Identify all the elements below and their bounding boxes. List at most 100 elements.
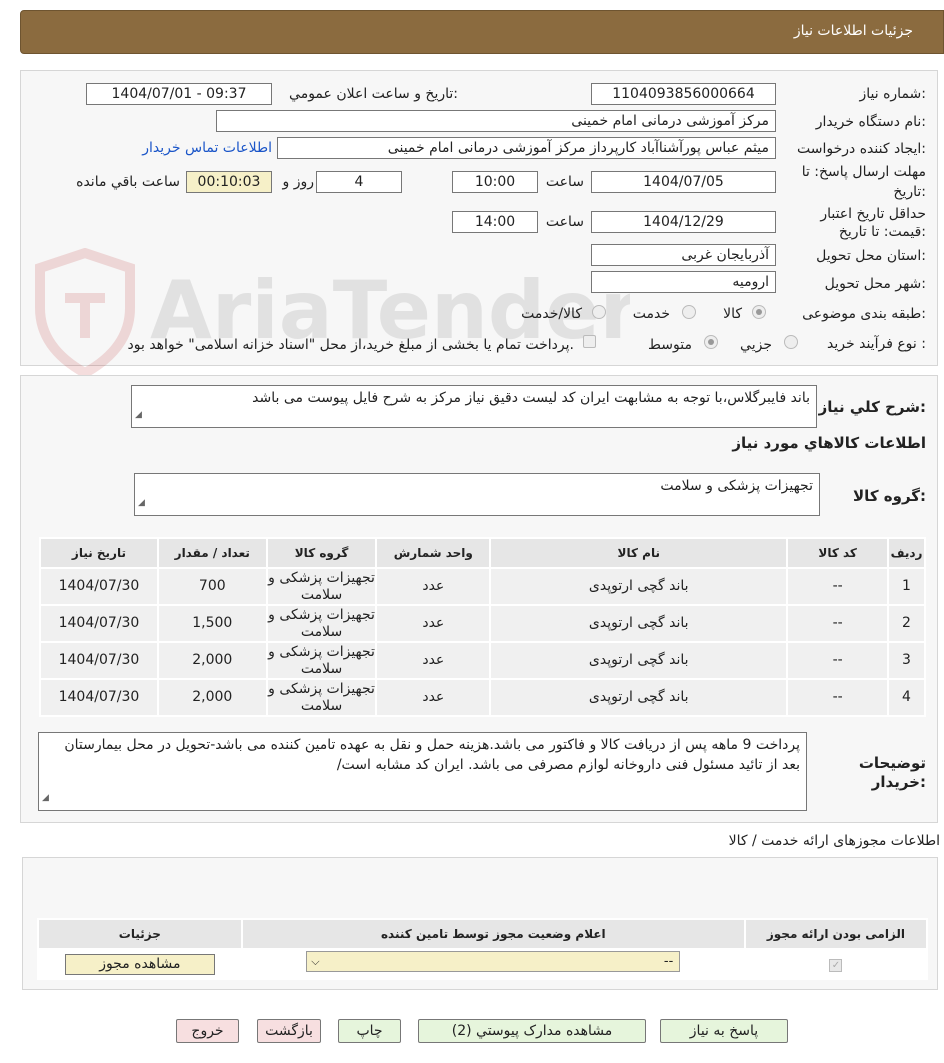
back-button[interactable]: بازگشت [257,1019,321,1043]
need-number-field: 1104093856000664 [591,83,776,105]
treasury-text: پرداخت تمام يا بخشی از مبلغ خريد،از محل … [127,337,574,353]
row-name: باند گچی ارتوپدی [489,604,789,643]
province-label: استان محل تحويل: [816,248,926,264]
process-option-medium: متوسط [648,337,692,353]
description-label: شرح کلي نياز: [818,398,926,416]
buyer-org-label: نام دستگاه خريدار: [815,114,926,130]
license-required-cell: ✓ [743,948,929,980]
validity-label-2: قيمت: تا تاريخ: [838,224,926,240]
buyer-org-field: مرکز آموزشی درمانی امام خمینی [216,110,776,132]
buyer-notes-label-2: خريدار: [871,773,926,791]
goods-group-label: گروه کالا: [853,487,926,505]
buyer-notes-textarea[interactable]: پرداخت 9 ماهه پس از دریافت کالا و فاکتور… [38,732,807,811]
row-qty: 1,500 [156,604,268,643]
row-qty: 700 [156,567,268,606]
row-unit: عدد [375,604,492,643]
row-group: تجهیزات پزشکی و سلامت [265,567,378,606]
license-details-cell: مشاهده مجوز [37,948,243,980]
row-name: باند گچی ارتوپدی [489,678,789,717]
category-radio-service[interactable] [682,305,696,319]
row-group: تجهیزات پزشکی و سلامت [265,604,378,643]
resize-grip-icon[interactable]: ◢ [138,493,145,513]
deadline-time-field: 10:00 [452,171,538,193]
row-index: 4 [887,678,926,717]
row-code: -- [786,641,890,680]
col-date: تاريخ نياز [39,537,159,569]
category-label: طبقه بندی موضوعی: [802,306,926,322]
table-row: ✓ -- ⌵ مشاهده مجوز [37,948,929,980]
resize-grip-icon[interactable]: ◢ [42,788,49,808]
print-button[interactable]: چاپ [338,1019,401,1043]
row-date: 1404/07/30 [39,604,159,643]
process-radio-minor[interactable] [784,335,798,349]
row-code: -- [786,604,890,643]
row-unit: عدد [375,641,492,680]
col-name: نام کالا [489,537,789,569]
city-field: ارومیه [591,271,776,293]
category-option-goods-service: کالا/خدمت [521,306,582,322]
row-name: باند گچی ارتوپدی [489,641,789,680]
licenses-table-header: الزامی بودن ارائه مجوز اعلام وضعيت مجوز … [37,918,929,950]
process-label: نوع فرآيند خريد : [827,336,926,352]
days-field: 4 [316,171,402,193]
category-radio-goods-service[interactable] [592,305,606,319]
col-index: رديف [887,537,926,569]
resize-grip-icon[interactable]: ◢ [135,405,142,425]
col-status: اعلام وضعيت مجوز توسط تامين کننده [240,918,746,950]
table-row: 2 -- باند گچی ارتوپدی عدد تجهیزات پزشکی … [39,604,926,643]
license-required-checkbox[interactable]: ✓ [829,958,843,972]
col-qty: تعداد / مقدار [156,537,268,569]
row-qty: 2,000 [156,678,268,717]
creator-field: میثم عباس پورآشناآباد کارپرداز مرکز آموز… [277,137,776,159]
remaining-label: ساعت باقي مانده [76,174,180,190]
province-field: آذربايجان غربی [591,244,776,266]
row-qty: 2,000 [156,641,268,680]
deadline-date-field: 1404/07/05 [591,171,776,193]
buyer-contact-link[interactable]: اطلاعات تماس خريدار [142,140,272,156]
process-radio-medium[interactable] [704,335,718,349]
licenses-table: الزامی بودن ارائه مجوز اعلام وضعيت مجوز … [37,918,929,980]
city-label: شهر محل تحويل: [824,276,926,292]
validity-time-field: 14:00 [452,211,538,233]
chevron-down-icon: ⌵ [311,955,320,968]
treasury-checkbox[interactable] [583,335,596,348]
col-code: کد کالا [786,537,890,569]
need-number-label: شماره نیاز: [859,86,926,102]
remaining-time-field: 00:10:03 [186,171,272,193]
row-code: -- [786,678,890,717]
row-index: 2 [887,604,926,643]
license-status-value: -- [663,954,674,969]
page-title: جزئیات اطلاعات نیاز [793,23,913,39]
deadline-label-2: تاريخ: [893,184,926,200]
table-row: 1 -- باند گچی ارتوپدی عدد تجهیزات پزشکی … [39,567,926,606]
license-status-select[interactable]: -- ⌵ [306,951,681,972]
col-details: جزئيات [37,918,243,950]
goods-group-textarea[interactable]: تجهیزات پزشکی و سلامت ◢ [134,473,820,516]
row-date: 1404/07/30 [39,678,159,717]
reply-button[interactable]: پاسخ به نياز [660,1019,788,1043]
row-group: تجهیزات پزشکی و سلامت [265,641,378,680]
category-radio-goods[interactable] [752,305,766,319]
table-row: 3 -- باند گچی ارتوپدی عدد تجهیزات پزشکی … [39,641,926,680]
row-index: 3 [887,641,926,680]
buyer-notes-label: توضيحات [858,754,926,772]
description-text: باند فایبرگلاس،با توجه به مشابهت ایران ک… [252,390,810,406]
buyer-notes-text: پرداخت 9 ماهه پس از دریافت کالا و فاکتور… [64,737,800,773]
creator-label: ايجاد کننده درخواست: [797,141,926,157]
description-textarea[interactable]: باند فایبرگلاس،با توجه به مشابهت ایران ک… [131,385,817,428]
process-option-minor: جزيي [740,337,772,353]
row-unit: عدد [375,678,492,717]
announce-field: 1404/07/01 - 09:37 [86,83,272,105]
goods-section-title: اطلاعات کالاهاي مورد نياز [732,434,926,452]
view-license-button[interactable]: مشاهده مجوز [64,953,215,975]
page-header: جزئیات اطلاعات نیاز [20,10,944,54]
goods-table: رديف کد کالا نام کالا واحد شمارش گروه کا… [39,537,926,717]
col-unit: واحد شمارش [375,537,492,569]
view-attachments-button[interactable]: مشاهده مدارک پيوستي (2) [418,1019,646,1043]
exit-button[interactable]: خروج [176,1019,239,1043]
validity-label: حداقل تاريخ اعتبار [820,206,926,222]
license-status-cell: -- ⌵ [240,948,746,980]
row-date: 1404/07/30 [39,641,159,680]
category-option-service: خدمت [632,306,670,322]
goods-group-text: تجهیزات پزشکی و سلامت [660,478,813,494]
